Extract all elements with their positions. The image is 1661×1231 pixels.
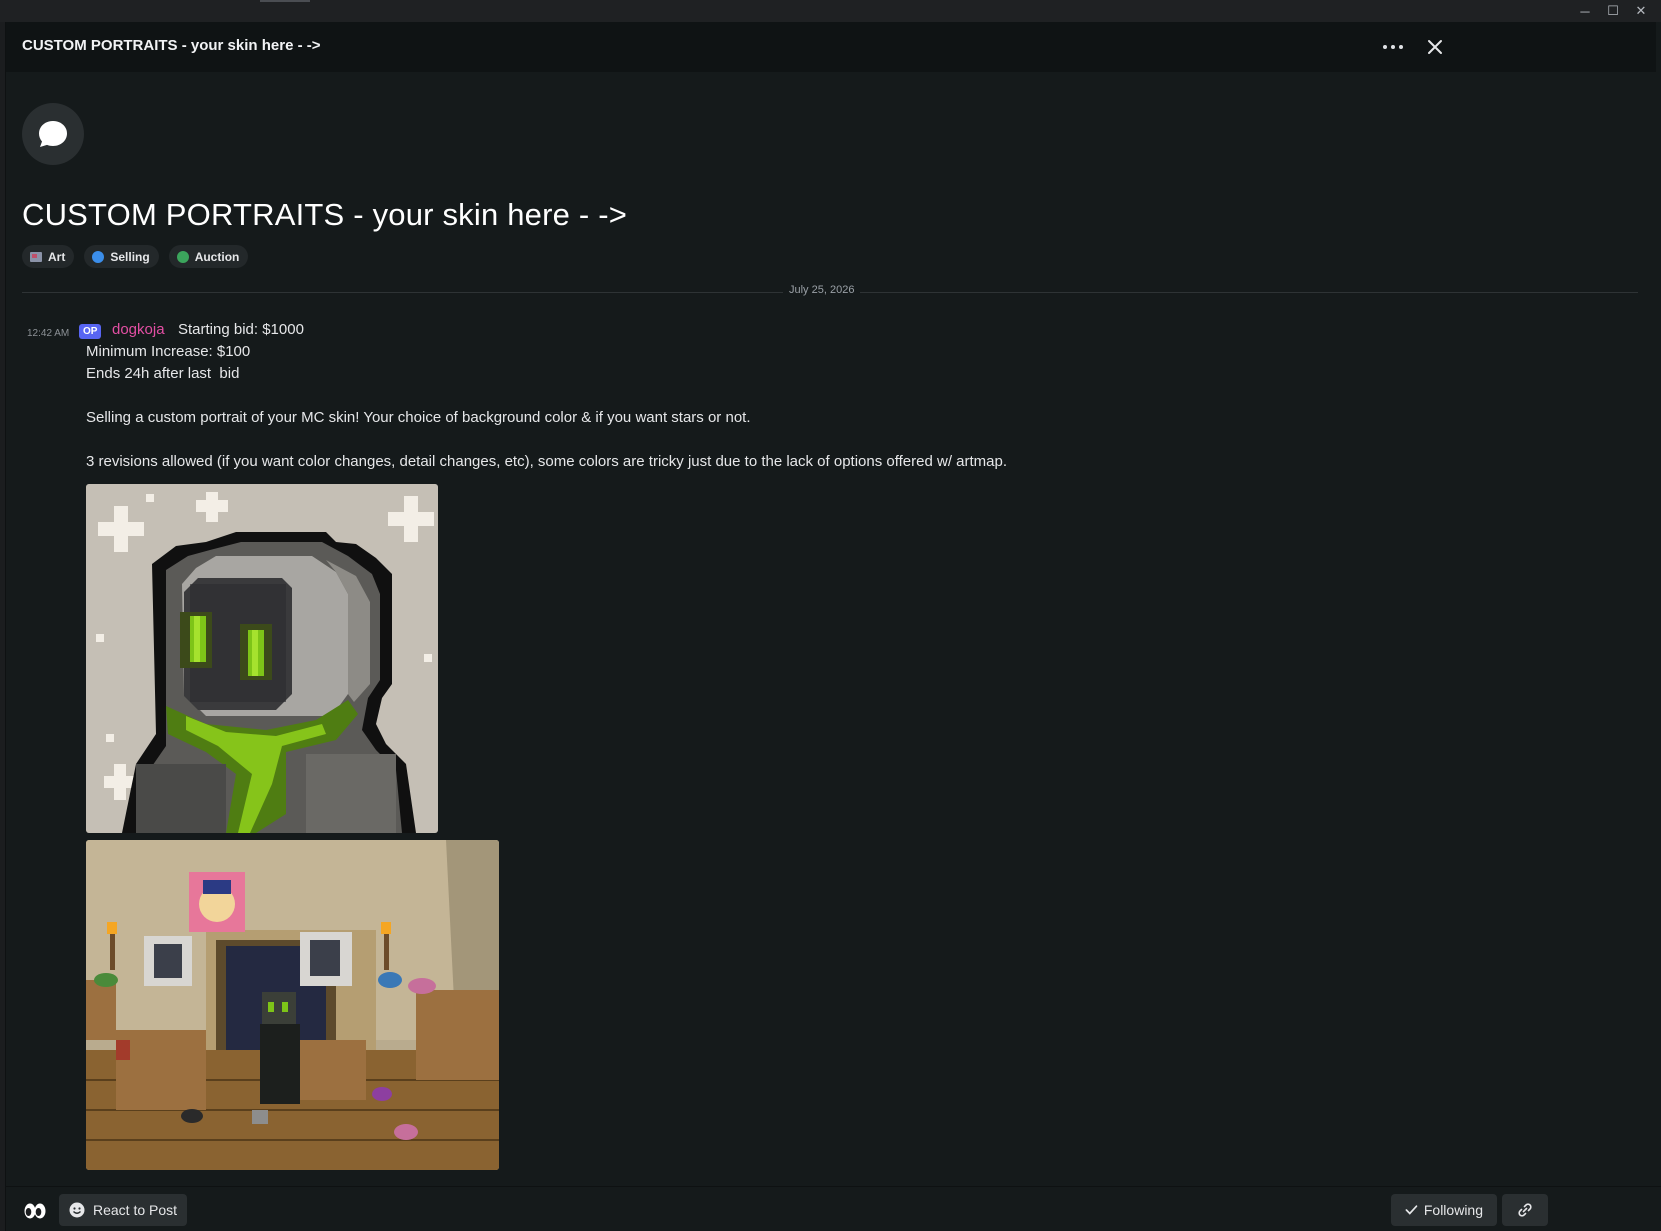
room-scene [86, 840, 499, 1170]
window-controls: ─ ☐ ✕ [1571, 0, 1655, 22]
message-line: Ends 24h after last bid [86, 365, 240, 382]
author-name[interactable]: dogkoja [112, 321, 165, 338]
more-options-button[interactable] [1378, 32, 1408, 62]
close-window-button[interactable]: ✕ [1627, 0, 1655, 22]
tag-auction[interactable]: Auction [168, 245, 249, 268]
portrait-image[interactable] [86, 484, 438, 833]
tag-label: Selling [110, 249, 150, 264]
portrait-art [86, 484, 438, 833]
blue-circle-icon [92, 250, 105, 263]
link-icon [1518, 1203, 1532, 1217]
tag-label: Art [48, 249, 66, 264]
tab-indicator [260, 0, 310, 2]
green-circle-icon [176, 250, 189, 263]
maximize-button[interactable]: ☐ [1599, 0, 1627, 22]
post-title: CUSTOM PORTRAITS - your skin here - -> [22, 197, 628, 232]
chat-bubble-icon [39, 121, 67, 147]
date-divider-label: July 25, 2026 [783, 284, 861, 296]
copy-link-button[interactable] [1502, 1194, 1548, 1226]
eyes-reaction-button[interactable] [20, 1197, 50, 1225]
minimize-button[interactable]: ─ [1571, 0, 1599, 22]
message-line: Starting bid: $1000 [178, 321, 304, 338]
room-screenshot-image[interactable] [86, 840, 499, 1170]
picture-icon [30, 251, 42, 262]
window-titlebar: ─ ☐ ✕ [0, 0, 1661, 22]
message-line: Minimum Increase: $100 [86, 343, 251, 360]
thread-panel: CUSTOM PORTRAITS - your skin here - -> C… [5, 22, 1661, 1231]
tag-selling[interactable]: Selling [84, 245, 159, 268]
tag-list: Art Selling Auction [22, 245, 249, 268]
react-to-post-label: React to Post [93, 1202, 178, 1218]
thread-header-title: CUSTOM PORTRAITS - your skin here - -> [22, 37, 321, 54]
eyes-icon [24, 1203, 46, 1219]
following-label: Following [1423, 1202, 1483, 1218]
smiley-icon [69, 1202, 85, 1218]
thread-footer: React to Post Following [6, 1186, 1661, 1231]
more-dot-icon [1383, 45, 1387, 49]
op-badge: OP [79, 324, 102, 339]
message-line: Selling a custom portrait of your MC ski… [86, 409, 751, 426]
tag-label: Auction [194, 249, 240, 264]
close-thread-button[interactable] [1420, 32, 1450, 62]
thread-icon [22, 103, 84, 165]
close-icon [1428, 40, 1442, 54]
thread-header: CUSTOM PORTRAITS - your skin here - -> [6, 22, 1656, 72]
more-dot-icon [1399, 45, 1403, 49]
checkmark-icon [1405, 1205, 1418, 1215]
following-button[interactable]: Following [1391, 1194, 1497, 1226]
message-timestamp[interactable]: 12:42 AM [27, 328, 69, 339]
message-line: 3 revisions allowed (if you want color c… [86, 453, 1008, 470]
tag-art[interactable]: Art [22, 245, 75, 268]
react-to-post-button[interactable]: React to Post [59, 1194, 188, 1226]
more-dot-icon [1391, 45, 1395, 49]
